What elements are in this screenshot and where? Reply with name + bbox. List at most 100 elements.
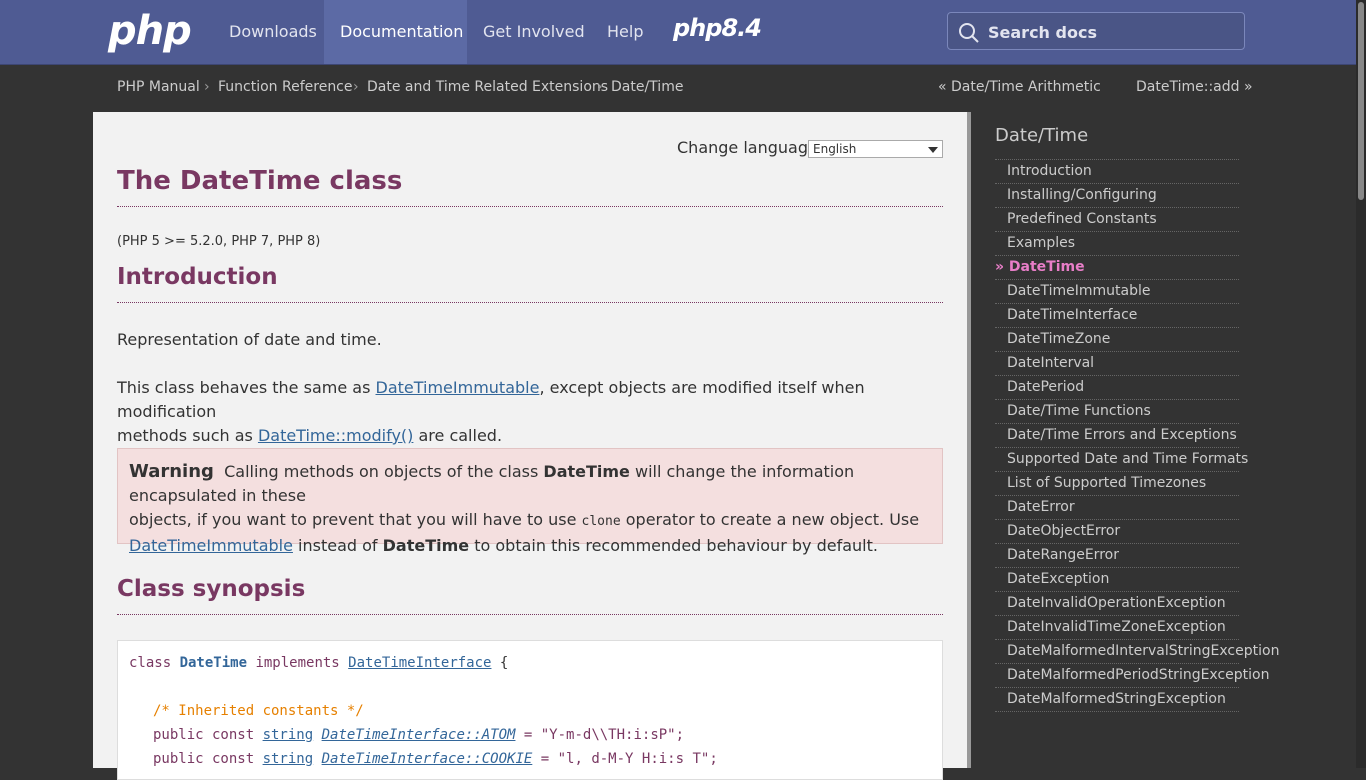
code-constant-link[interactable]: DateTimeInterface::COOKIE (322, 751, 533, 767)
breadcrumb-separator: › (204, 79, 210, 95)
version-info: (PHP 5 >= 5.2.0, PHP 7, PHP 8) (117, 234, 321, 249)
sidebar-item-label: DateError (1007, 499, 1075, 515)
sidebar-item-label: List of Supported Timezones (1007, 475, 1207, 491)
code-line-class: class DateTime implements DateTimeInterf… (129, 655, 508, 671)
code-class-name: DateTime (179, 655, 248, 671)
intro-paragraph-1: Representation of date and time. (117, 330, 382, 349)
code-line-cookie: public const string DateTimeInterface::C… (153, 751, 718, 767)
code-line-atom: public const string DateTimeInterface::A… (153, 727, 684, 743)
sidebar-item[interactable]: DateTimeInterface (995, 303, 1239, 327)
warning-text-part: operator to create a new object. Use (620, 510, 920, 529)
warning-text-part: instead of (292, 536, 383, 555)
sidebar-item[interactable]: Predefined Constants (995, 207, 1239, 231)
sidebar-item[interactable]: Date/Time Functions (995, 399, 1239, 423)
sidebar-item-label: DateTime (1008, 259, 1085, 275)
sidebar-item[interactable]: DateInvalidOperationException (995, 591, 1239, 615)
top-navbar: php Downloads Documentation Get Involved… (0, 0, 1356, 65)
prev-page-link[interactable]: « Date/Time Arithmetic (938, 79, 1101, 95)
sidebar-item[interactable]: DateError (995, 495, 1239, 519)
sidebar-item[interactable]: DateMalformedIntervalStringException (995, 639, 1279, 663)
sidebar-item[interactable]: DateObjectError (995, 519, 1239, 543)
introduction-rule (117, 302, 943, 303)
warning-class-name: DateTime (382, 536, 470, 555)
sidebar-item[interactable]: Introduction (995, 159, 1239, 183)
clone-code: clone (581, 514, 621, 529)
sidebar-item[interactable]: DateTimeZone (995, 327, 1239, 351)
sidebar-item-label: Examples (1007, 235, 1076, 251)
code-value: = "Y-m-d\\TH:i:sP"; (515, 727, 685, 743)
nav-get-involved[interactable]: Get Involved (467, 0, 601, 64)
scrollbar[interactable] (1356, 0, 1366, 768)
breadcrumb-separator: › (597, 79, 603, 95)
intro-text: This class behaves the same as (117, 378, 376, 397)
sidebar-item[interactable]: DateException (995, 567, 1239, 591)
next-page-link[interactable]: DateTime::add » (1136, 79, 1253, 95)
sidebar-item[interactable]: Installing/Configuring (995, 183, 1239, 207)
code-interface-link[interactable]: DateTimeInterface (348, 655, 491, 671)
sidebar-item[interactable]: DateInterval (995, 351, 1239, 375)
nav-help[interactable]: Help (591, 0, 659, 64)
sidebar-item-label: DateObjectError (1007, 523, 1121, 539)
dropdown-arrow-icon (928, 147, 938, 153)
datetimeimmutable-link[interactable]: DateTimeImmutable (376, 378, 540, 397)
nav-downloads[interactable]: Downloads (213, 0, 333, 64)
search-input[interactable] (988, 13, 1228, 51)
title-rule (117, 206, 943, 207)
sidebar-title[interactable]: Date/Time (995, 125, 1088, 146)
code-keyword: public const (153, 751, 263, 767)
datetime-modify-link[interactable]: DateTime::modify() (258, 426, 413, 445)
code-type-link[interactable]: string (263, 727, 314, 743)
sidebar-item-label: Date/Time Errors and Exceptions (1007, 427, 1237, 443)
synopsis-rule (117, 614, 943, 615)
sidebar-item[interactable]: DateMalformedStringException (995, 687, 1239, 711)
sidebar-item[interactable]: Date/Time Errors and Exceptions (995, 423, 1239, 447)
sidebar-item[interactable]: DateRangeError (995, 543, 1239, 567)
code-constant-link[interactable]: DateTimeInterface::ATOM (322, 727, 516, 743)
sidebar-item-label: DateRangeError (1007, 547, 1119, 563)
code-type-link[interactable]: string (263, 751, 314, 767)
warning-title: Warning (129, 461, 214, 482)
sidebar-item[interactable]: Examples (995, 231, 1239, 255)
breadcrumb-date-time-extensions[interactable]: Date and Time Related Extensions (367, 79, 608, 95)
sidebar-item-label: DateTimeInterface (1007, 307, 1138, 323)
sidebar-item-label: Supported Date and Time Formats (1007, 451, 1249, 467)
language-select[interactable]: English (808, 140, 943, 158)
sidebar-item-label: Introduction (1007, 163, 1092, 179)
php-logo[interactable]: php (108, 8, 192, 54)
breadcrumb: PHP Manual › Function Reference › Date a… (0, 65, 1356, 112)
warning-box: Warning Calling methods on objects of th… (117, 448, 943, 555)
warning-datetimeimmutable-link[interactable]: DateTimeImmutable (129, 536, 293, 555)
sidebar-item[interactable]: DatePeriod (995, 375, 1239, 399)
sidebar-item-label: DateTimeImmutable (1007, 283, 1151, 299)
sidebar-item-label: DateTimeZone (1007, 331, 1111, 347)
breadcrumb-php-manual[interactable]: PHP Manual (117, 79, 200, 95)
breadcrumb-function-reference[interactable]: Function Reference (218, 79, 353, 95)
intro-paragraph-2: This class behaves the same as DateTimeI… (117, 376, 943, 448)
introduction-heading: Introduction (117, 264, 278, 290)
sidebar-item[interactable]: List of Supported Timezones (995, 471, 1239, 495)
sidebar-item[interactable]: Supported Date and Time Formats (995, 447, 1248, 471)
nav-documentation[interactable]: Documentation (324, 0, 467, 64)
sidebar-item[interactable]: DateMalformedPeriodStringException (995, 663, 1270, 687)
sidebar-item[interactable]: DateInvalidTimeZoneException (995, 615, 1239, 639)
warning-text-part: to obtain this recommended behaviour by … (469, 536, 878, 555)
sidebar-item-label: DateMalformedStringException (1007, 691, 1226, 707)
code-brace: { (491, 655, 509, 671)
php-version-badge[interactable]: php8.4 (673, 14, 762, 42)
sidebar-item-label: DateException (1007, 571, 1110, 587)
language-selected-value: English (813, 142, 857, 156)
search-icon (959, 23, 979, 43)
code-value: = "l, d-M-Y H:i:s T"; (532, 751, 718, 767)
sidebar-item-label: DateInvalidTimeZoneException (1007, 619, 1226, 635)
warning-text-part: Calling methods on objects of the class (224, 462, 544, 481)
code-keyword: class (129, 655, 180, 671)
sidebar-item-label: DatePeriod (1007, 379, 1085, 395)
warning-text: Warning Calling methods on objects of th… (129, 460, 929, 558)
intro-text: are called. (413, 426, 503, 445)
sidebar-item[interactable]: » DateTime (995, 255, 1239, 279)
search-box[interactable] (947, 12, 1245, 51)
warning-text-part: objects, if you want to prevent that you… (129, 510, 582, 529)
sidebar-item[interactable]: DateTimeImmutable (995, 279, 1239, 303)
scrollbar-thumb[interactable] (1358, 2, 1364, 200)
breadcrumb-date-time[interactable]: Date/Time (611, 79, 683, 95)
